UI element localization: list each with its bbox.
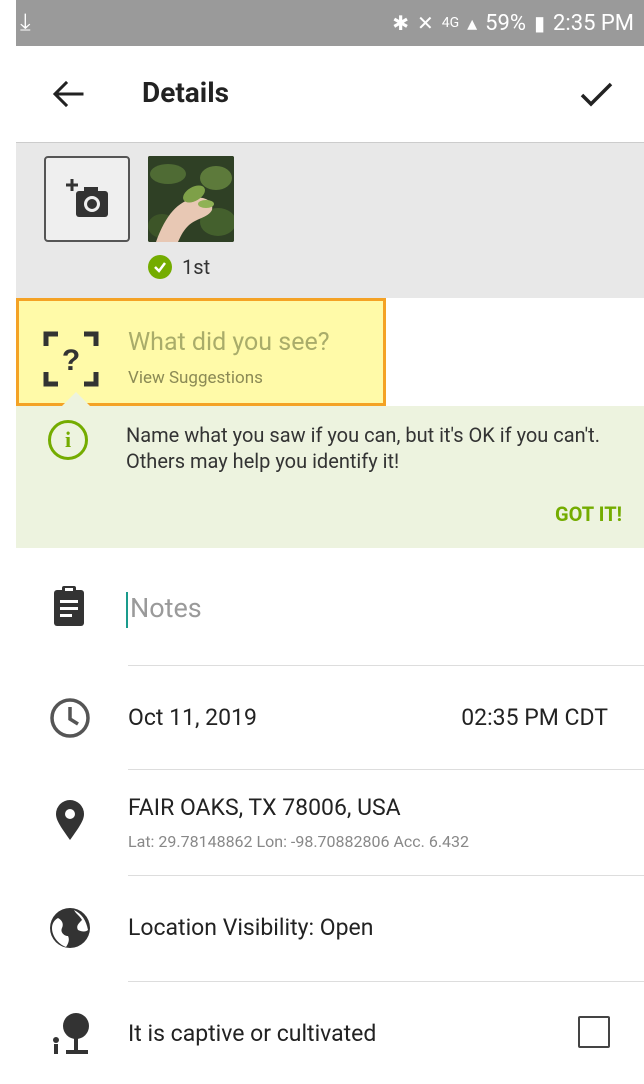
captive-checkbox[interactable] [578,1016,610,1048]
battery-percent: 59% [485,10,527,36]
notes-input[interactable]: Notes [130,592,202,624]
visibility-row[interactable]: Location Visibility: Open [16,876,644,982]
save-check-icon[interactable] [576,74,616,114]
tip-message: Name what you saw if you can, but it's O… [126,423,600,474]
clipboard-icon [54,586,84,626]
svg-text:?: ? [62,344,80,377]
location-name: FAIR OAKS, TX 78006, USA [128,794,401,821]
captive-row[interactable]: It is captive or cultivated [16,982,644,1084]
page-title: Details [142,76,229,109]
location-pin-icon [56,800,84,840]
captive-plant-icon [53,1013,89,1054]
add-photo-button[interactable] [44,156,130,242]
info-icon: i [48,420,88,460]
species-input[interactable]: ? What did you see? View Suggestions [16,298,386,406]
identify-question-icon: ? [43,331,99,387]
species-placeholder: What did you see? [128,328,330,357]
first-photo-badge: 1st [148,255,210,279]
view-suggestions-link[interactable]: View Suggestions [128,368,263,388]
location-coordinates: Lat: 29.78148862 Lon: -98.70882806 Acc. … [128,832,470,851]
observation-date[interactable]: Oct 11, 2019 [128,704,257,731]
back-arrow-icon[interactable] [48,74,88,114]
checkmark-circle-icon [148,255,172,279]
plant-photo [148,156,234,242]
visibility-label: Location Visibility: Open [128,914,374,941]
status-bar: ⤓ ✱ ✕ 4G ▴ 59% ▮ 2:35 PM [16,0,644,46]
observation-time[interactable]: 02:35 PM CDT [461,704,608,731]
network-type: 4G [441,15,460,31]
clock-icon [50,698,90,738]
notes-row[interactable]: Notes [16,548,644,666]
location-row[interactable]: FAIR OAKS, TX 78006, USA Lat: 29.7814886… [16,770,644,876]
bluetooth-icon: ✱ [392,11,409,35]
datetime-row[interactable]: Oct 11, 2019 02:35 PM CDT [16,666,644,770]
photo-strip: 1st [16,142,644,298]
add-camera-icon [66,179,108,217]
clock: 2:35 PM [553,10,634,36]
globe-icon [50,908,90,948]
captive-label: It is captive or cultivated [128,1020,377,1047]
signal-icon: ▴ [467,11,478,35]
battery-icon: ▮ [534,11,546,35]
first-photo-label: 1st [182,255,211,279]
got-it-button[interactable]: GOT IT! [555,502,622,526]
tip-caret [62,392,90,406]
status-icons: ✱ ✕ 4G ▴ 59% ▮ 2:35 PM [392,0,634,46]
download-icon: ⤓ [20,8,31,36]
text-cursor [126,592,128,628]
mute-icon: ✕ [416,11,434,35]
photo-thumbnail[interactable] [148,156,234,242]
identification-tip: i Name what you saw if you can, but it's… [16,392,644,548]
toolbar: Details [16,46,644,142]
